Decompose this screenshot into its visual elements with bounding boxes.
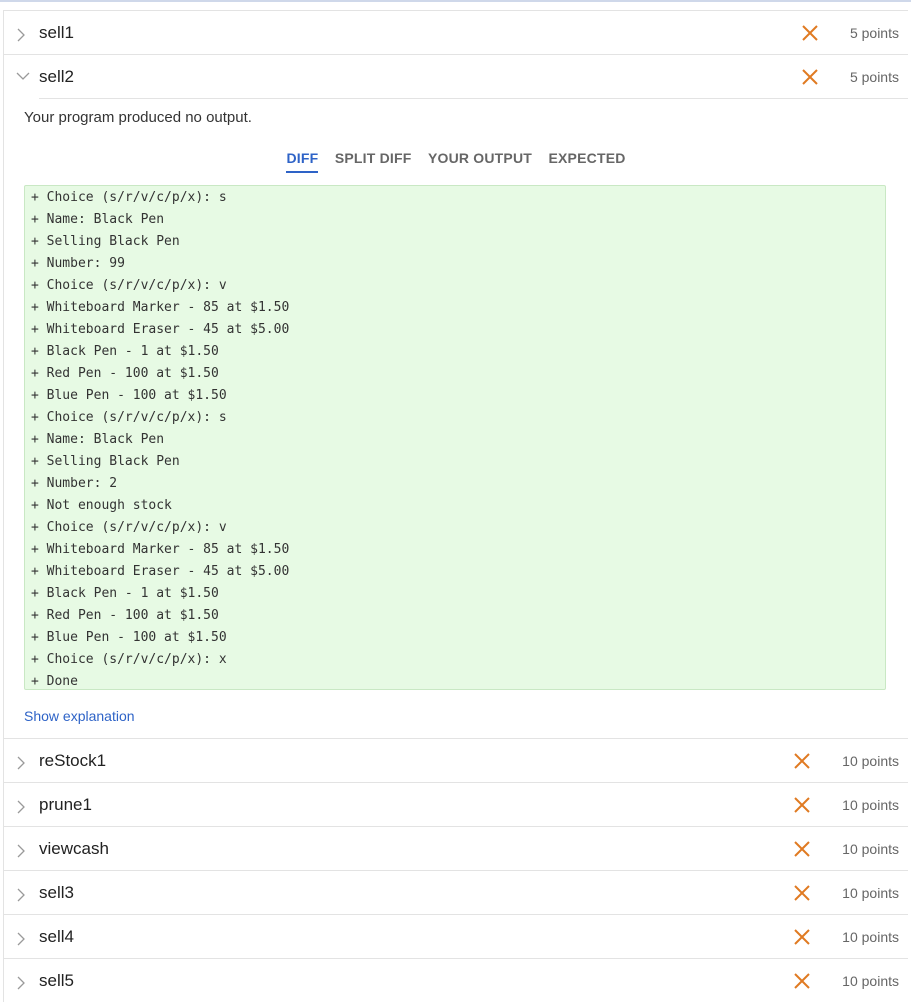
diff-line: + Red Pen - 100 at $1.50 [31, 608, 219, 623]
diff-line: + Red Pen - 100 at $1.50 [31, 366, 219, 381]
chevron-right-icon [16, 756, 26, 769]
test-points: 10 points [842, 928, 899, 945]
collapsed-test-rows: reStock1 10 points prune1 10 points viewcash… [4, 738, 908, 1002]
chevron-right-icon [16, 28, 26, 41]
result-message: Your program produced no output. [24, 109, 252, 126]
test-row-viewcash[interactable]: viewcash 10 points [4, 826, 908, 870]
diff-line: + Whiteboard Marker - 85 at $1.50 [31, 542, 290, 557]
test-name: prune1 [39, 794, 92, 814]
diff-line: + Name: Black Pen [31, 212, 165, 227]
test-name: sell2 [39, 66, 74, 86]
test-name: reStock1 [39, 750, 107, 770]
chevron-right-icon [16, 976, 26, 989]
diff-line: + Blue Pen - 100 at $1.50 [31, 388, 227, 403]
show-explanation-link[interactable]: Show explanation [24, 708, 135, 724]
fail-x-icon [801, 24, 819, 42]
diff-line: + Whiteboard Marker - 85 at $1.50 [31, 300, 290, 315]
tab-split-diff[interactable]: SPLIT DIFF [335, 150, 412, 171]
diff-output: + Choice (s/r/v/c/p/x): s + Name: Black P… [24, 185, 886, 690]
fail-x-icon [801, 68, 819, 86]
diff-line: + Selling Black Pen [31, 234, 180, 249]
diff-line: + Choice (s/r/v/c/p/x): s [31, 410, 227, 425]
fail-x-icon [793, 884, 811, 902]
diff-line: + Choice (s/r/v/c/p/x): v [31, 520, 227, 535]
test-name: viewcash [39, 838, 109, 858]
chevron-right-icon [16, 800, 26, 813]
test-row-sell2[interactable]: sell2 5 points [4, 54, 908, 99]
diff-line: + Black Pen - 1 at $1.50 [31, 344, 219, 359]
diff-line: + Blue Pen - 100 at $1.50 [31, 630, 227, 645]
test-detail-panel: Your program produced no output. DIFF SP… [4, 98, 908, 738]
fail-x-icon [793, 796, 811, 814]
test-name: sell3 [39, 882, 74, 902]
diff-line: + Selling Black Pen [31, 454, 180, 469]
fail-x-icon [793, 972, 811, 990]
diff-line: + Choice (s/r/v/c/p/x): x [31, 652, 227, 667]
output-tabs: DIFF SPLIT DIFF YOUR OUTPUT EXPECTED [4, 150, 908, 173]
diff-line: + Whiteboard Eraser - 45 at $5.00 [31, 322, 290, 337]
test-row-sell1[interactable]: sell1 5 points [4, 10, 908, 54]
tab-your-output[interactable]: YOUR OUTPUT [428, 150, 532, 171]
test-row-sell4[interactable]: sell4 10 points [4, 914, 908, 958]
test-row-sell5[interactable]: sell5 10 points [4, 958, 908, 1002]
tab-diff[interactable]: DIFF [286, 150, 319, 173]
diff-line: + Number: 99 [31, 256, 125, 271]
test-points: 10 points [842, 796, 899, 813]
fail-x-icon [793, 840, 811, 858]
diff-line: + Name: Black Pen [31, 432, 165, 447]
test-row-reStock1[interactable]: reStock1 10 points [4, 738, 908, 782]
test-points: 10 points [842, 884, 899, 901]
test-points: 10 points [842, 752, 899, 769]
fail-x-icon [793, 752, 811, 770]
chevron-down-icon [16, 71, 30, 81]
test-row-sell3[interactable]: sell3 10 points [4, 870, 908, 914]
chevron-right-icon [16, 844, 26, 857]
test-points: 10 points [842, 840, 899, 857]
diff-line: + Choice (s/r/v/c/p/x): s [31, 190, 227, 205]
diff-line: + Not enough stock [31, 498, 172, 513]
test-results-list: sell1 5 points sell2 5 points Your progr… [3, 10, 908, 1002]
tab-expected[interactable]: EXPECTED [548, 150, 625, 171]
top-border [0, 0, 911, 2]
diff-line: + Whiteboard Eraser - 45 at $5.00 [31, 564, 290, 579]
test-name: sell1 [39, 22, 74, 42]
chevron-right-icon [16, 932, 26, 945]
test-name: sell4 [39, 926, 74, 946]
test-row-prune1[interactable]: prune1 10 points [4, 782, 908, 826]
test-points: 5 points [849, 68, 899, 85]
test-name: sell5 [39, 970, 74, 990]
diff-line: + Black Pen - 1 at $1.50 [31, 586, 219, 601]
chevron-right-icon [16, 888, 26, 901]
diff-line: + Number: 2 [31, 476, 118, 491]
test-points: 5 points [849, 24, 899, 41]
diff-line: + Done [31, 674, 78, 689]
diff-line: + Choice (s/r/v/c/p/x): v [31, 278, 227, 293]
fail-x-icon [793, 928, 811, 946]
